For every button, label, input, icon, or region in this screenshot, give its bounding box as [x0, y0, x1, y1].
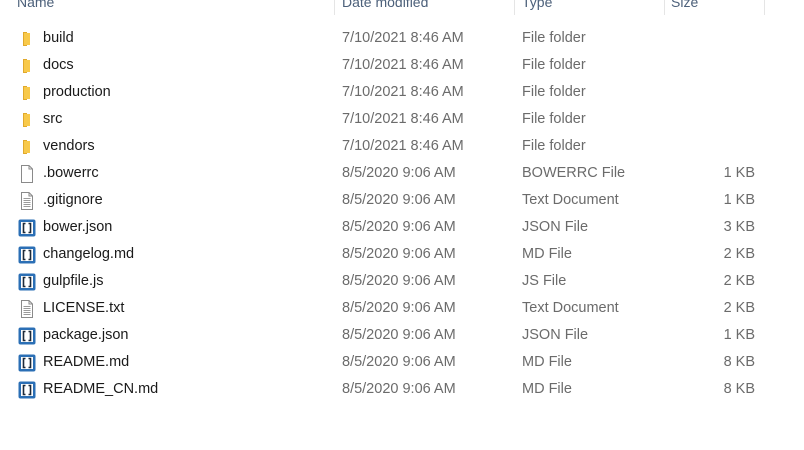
file-name[interactable]: docs — [43, 52, 74, 79]
file-row[interactable]: .gitignore 8/5/2020 9:06 AM Text Document 1… — [0, 187, 804, 214]
folder-icon — [18, 106, 38, 133]
file-date-modified: 8/5/2020 9:06 AM — [342, 354, 456, 370]
bracket-file-icon — [18, 241, 38, 268]
folder-icon — [18, 52, 38, 79]
file-size — [664, 79, 755, 106]
file-size: 1 KB — [723, 327, 755, 343]
file-name[interactable]: README_CN.md — [43, 376, 158, 403]
file-name[interactable]: gulpfile.js — [43, 268, 103, 295]
file-type: File folder — [522, 30, 586, 46]
file-date-modified: 7/10/2021 8:46 AM — [342, 111, 464, 127]
text-file-icon — [18, 295, 38, 322]
file-date-modified: 7/10/2021 8:46 AM — [342, 84, 464, 100]
file-row[interactable]: package.json 8/5/2020 9:06 AM JSON File 1 K… — [0, 322, 804, 349]
folder-icon — [18, 79, 38, 106]
file-size: 1 KB — [723, 192, 755, 208]
file-size — [664, 133, 755, 160]
column-divider[interactable] — [764, 0, 765, 15]
text-file-icon — [18, 187, 38, 214]
bracket-file-icon — [18, 376, 38, 403]
file-row[interactable]: build 7/10/2021 8:46 AM File folder — [0, 25, 804, 52]
file-name[interactable]: LICENSE.txt — [43, 295, 124, 322]
file-type: Text Document — [522, 192, 619, 208]
column-divider[interactable] — [664, 0, 665, 15]
file-row[interactable]: bower.json 8/5/2020 9:06 AM JSON File 3 KB — [0, 214, 804, 241]
column-header-bar: Name Date modified Type Size — [0, 0, 804, 15]
file-date-modified: 8/5/2020 9:06 AM — [342, 300, 456, 316]
file-type: MD File — [522, 246, 572, 262]
file-type: JSON File — [522, 327, 589, 343]
file-date-modified: 7/10/2021 8:46 AM — [342, 138, 464, 154]
file-row[interactable]: src 7/10/2021 8:46 AM File folder — [0, 106, 804, 133]
file-row[interactable]: .bowerrc 8/5/2020 9:06 AM BOWERRC File 1 KB — [0, 160, 804, 187]
column-header-size[interactable]: Size — [671, 0, 761, 15]
file-name[interactable]: README.md — [43, 349, 129, 376]
file-date-modified: 8/5/2020 9:06 AM — [342, 246, 456, 262]
file-name[interactable]: vendors — [43, 133, 95, 160]
file-date-modified: 8/5/2020 9:06 AM — [342, 381, 456, 397]
file-row[interactable]: README.md 8/5/2020 9:06 AM MD File 8 KB — [0, 349, 804, 376]
column-divider[interactable] — [514, 0, 515, 15]
file-size: 8 KB — [723, 381, 755, 397]
file-name[interactable]: .gitignore — [43, 187, 103, 214]
file-size: 2 KB — [723, 273, 755, 289]
column-header-type[interactable]: Type — [522, 0, 662, 15]
file-size — [664, 106, 755, 133]
file-row[interactable]: docs 7/10/2021 8:46 AM File folder — [0, 52, 804, 79]
file-name[interactable]: src — [43, 106, 62, 133]
file-size: 8 KB — [723, 354, 755, 370]
file-row[interactable]: changelog.md 8/5/2020 9:06 AM MD File 2 KB — [0, 241, 804, 268]
file-row[interactable]: vendors 7/10/2021 8:46 AM File folder — [0, 133, 804, 160]
file-name[interactable]: package.json — [43, 322, 128, 349]
file-type: File folder — [522, 111, 586, 127]
column-header-date-modified[interactable]: Date modified — [342, 0, 512, 15]
file-row[interactable]: README_CN.md 8/5/2020 9:06 AM MD File 8 KB — [0, 376, 804, 403]
bracket-file-icon — [18, 349, 38, 376]
file-size — [664, 52, 755, 79]
file-row[interactable]: gulpfile.js 8/5/2020 9:06 AM JS File 2 KB — [0, 268, 804, 295]
file-size: 3 KB — [723, 219, 755, 235]
bracket-file-icon — [18, 322, 38, 349]
file-type: BOWERRC File — [522, 165, 626, 181]
file-name[interactable]: .bowerrc — [43, 160, 99, 187]
file-type: JS File — [522, 273, 567, 289]
file-date-modified: 8/5/2020 9:06 AM — [342, 219, 456, 235]
file-size — [664, 25, 755, 52]
file-type: JSON File — [522, 219, 589, 235]
file-date-modified: 7/10/2021 8:46 AM — [342, 30, 464, 46]
file-size: 2 KB — [723, 246, 755, 262]
file-name[interactable]: bower.json — [43, 214, 112, 241]
file-list: build 7/10/2021 8:46 AM File folder docs 7/1… — [0, 25, 804, 403]
file-name[interactable]: changelog.md — [43, 241, 134, 268]
column-divider[interactable] — [334, 0, 335, 15]
file-explorer-details-view: Name Date modified Type Size build 7/10/2… — [0, 0, 804, 450]
file-date-modified: 8/5/2020 9:06 AM — [342, 327, 456, 343]
file-type: Text Document — [522, 300, 619, 316]
file-type: File folder — [522, 84, 586, 100]
file-type: MD File — [522, 354, 572, 370]
file-date-modified: 8/5/2020 9:06 AM — [342, 165, 456, 181]
file-type: File folder — [522, 57, 586, 73]
blank-file-icon — [18, 160, 38, 187]
file-date-modified: 8/5/2020 9:06 AM — [342, 192, 456, 208]
file-name[interactable]: production — [43, 79, 111, 106]
file-date-modified: 8/5/2020 9:06 AM — [342, 273, 456, 289]
folder-icon — [18, 25, 38, 52]
bracket-file-icon — [18, 268, 38, 295]
file-date-modified: 7/10/2021 8:46 AM — [342, 57, 464, 73]
file-row[interactable]: LICENSE.txt 8/5/2020 9:06 AM Text Document… — [0, 295, 804, 322]
bracket-file-icon — [18, 214, 38, 241]
file-type: MD File — [522, 381, 572, 397]
file-type: File folder — [522, 138, 586, 154]
file-name[interactable]: build — [43, 25, 74, 52]
file-size: 2 KB — [723, 300, 755, 316]
column-header-name[interactable]: Name — [17, 0, 317, 15]
file-row[interactable]: production 7/10/2021 8:46 AM File folder — [0, 79, 804, 106]
file-size: 1 KB — [723, 165, 755, 181]
folder-icon — [18, 133, 38, 160]
